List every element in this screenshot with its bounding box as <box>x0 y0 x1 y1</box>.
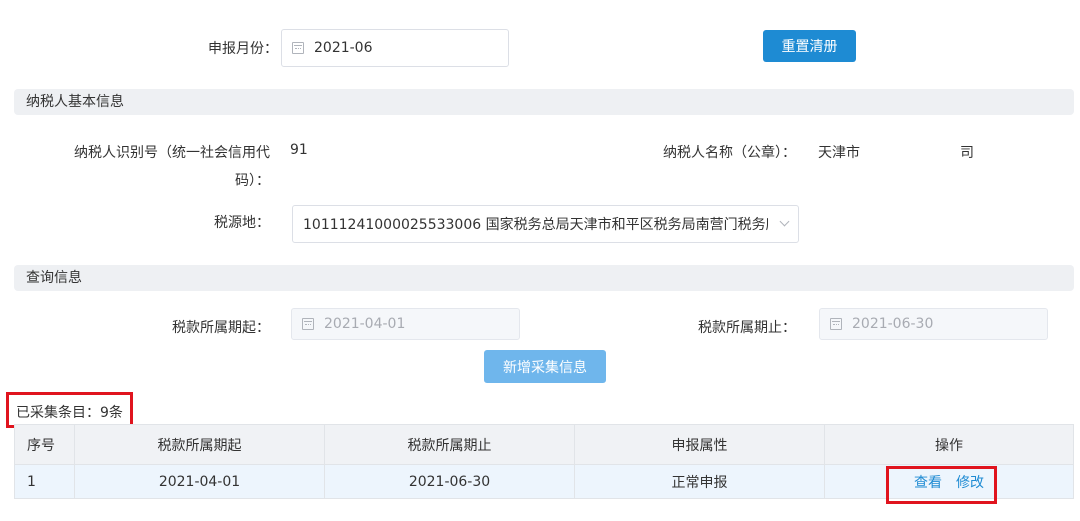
taxpayer-id-value: 91 <box>290 142 308 158</box>
taxpayer-id-label-line2: 码）： <box>235 173 270 189</box>
taxpayer-section-header: 纳税人基本信息 <box>14 89 1074 115</box>
period-start-input[interactable]: 2021-04-01 <box>291 308 520 340</box>
calendar-icon <box>292 42 304 54</box>
cell-end: 2021-06-30 <box>324 464 575 499</box>
taxpayer-name-value-start: 天津市 <box>818 145 860 161</box>
period-end-value: 2021-06-30 <box>852 316 934 332</box>
period-end-input[interactable]: 2021-06-30 <box>819 308 1048 340</box>
col-header-attr: 申报属性 <box>574 424 825 465</box>
tax-source-label: 税源地： <box>214 215 270 231</box>
taxpayer-id-label-line1: 纳税人识别号（统一社会信用代 <box>74 145 270 161</box>
taxpayer-name-label: 纳税人名称（公章）： <box>663 145 796 161</box>
taxpayer-name-value-end: 司 <box>960 145 974 161</box>
cell-start: 2021-04-01 <box>74 464 325 499</box>
reset-list-button[interactable]: 重置清册 <box>763 30 856 62</box>
tax-source-select[interactable]: 10111241000025533006 国家税务总局天津市和平区税务局南营门税… <box>292 205 799 243</box>
query-section-header: 查询信息 <box>14 265 1074 291</box>
col-header-end: 税款所属期止 <box>324 424 575 465</box>
period-start-label: 税款所属期起： <box>172 320 270 336</box>
tax-source-value: 10111241000025533006 国家税务总局天津市和平区税务局南营门税… <box>303 217 768 233</box>
col-header-seq: 序号 <box>14 424 75 465</box>
period-start-value: 2021-04-01 <box>324 316 406 332</box>
calendar-icon <box>302 318 314 330</box>
calendar-icon <box>830 318 842 330</box>
filing-month-input[interactable]: 2021-06 <box>281 29 509 67</box>
period-end-label: 税款所属期止： <box>698 320 796 336</box>
cell-attr: 正常申报 <box>574 464 825 499</box>
col-header-actions: 操作 <box>824 424 1074 465</box>
chevron-down-icon <box>779 216 790 227</box>
table-header-row: 序号 税款所属期起 税款所属期止 申报属性 操作 <box>14 424 1074 465</box>
filing-month-value: 2021-06 <box>314 40 373 56</box>
col-header-start: 税款所属期起 <box>74 424 325 465</box>
add-collection-button[interactable]: 新增采集信息 <box>484 350 606 383</box>
highlight-box-actions <box>886 466 997 504</box>
cell-seq: 1 <box>14 464 75 499</box>
filing-month-label: 申报月份： <box>208 41 278 57</box>
highlight-box-count <box>6 392 133 428</box>
